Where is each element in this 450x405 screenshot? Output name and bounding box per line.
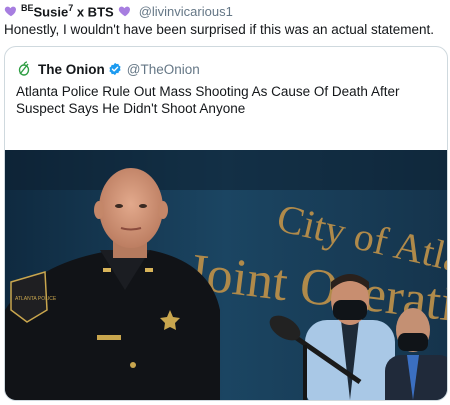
author-handle[interactable]: @livinvicarious1 xyxy=(139,4,233,19)
onion-logo-icon xyxy=(18,61,30,76)
quoted-tweet-header: The Onion @TheOnion xyxy=(16,61,200,77)
quoted-author-name[interactable]: The Onion xyxy=(38,62,105,77)
tweet: BESusie7 x BTS @livinvicarious1 Honestly… xyxy=(0,0,450,405)
tweet-header: BESusie7 x BTS @livinvicarious1 xyxy=(4,2,233,20)
quoted-author-handle[interactable]: @TheOnion xyxy=(127,62,200,77)
verified-badge-icon xyxy=(109,62,121,76)
badge-text: ATLANTA POLICE xyxy=(15,296,57,302)
tweet-text: Honestly, I wouldn't have been surprised… xyxy=(4,22,435,37)
purple-heart-icon xyxy=(4,6,16,17)
author-name[interactable]: BESusie7 x BTS xyxy=(21,3,114,19)
press-conference-photo[interactable]: City of Atlanta Joint Operations C xyxy=(5,150,447,400)
quoted-tweet-card[interactable]: The Onion @TheOnion Atlanta Police Rule … xyxy=(4,46,448,401)
purple-heart-icon xyxy=(118,6,130,17)
quoted-tweet-text: Atlanta Police Rule Out Mass Shooting As… xyxy=(16,84,400,116)
